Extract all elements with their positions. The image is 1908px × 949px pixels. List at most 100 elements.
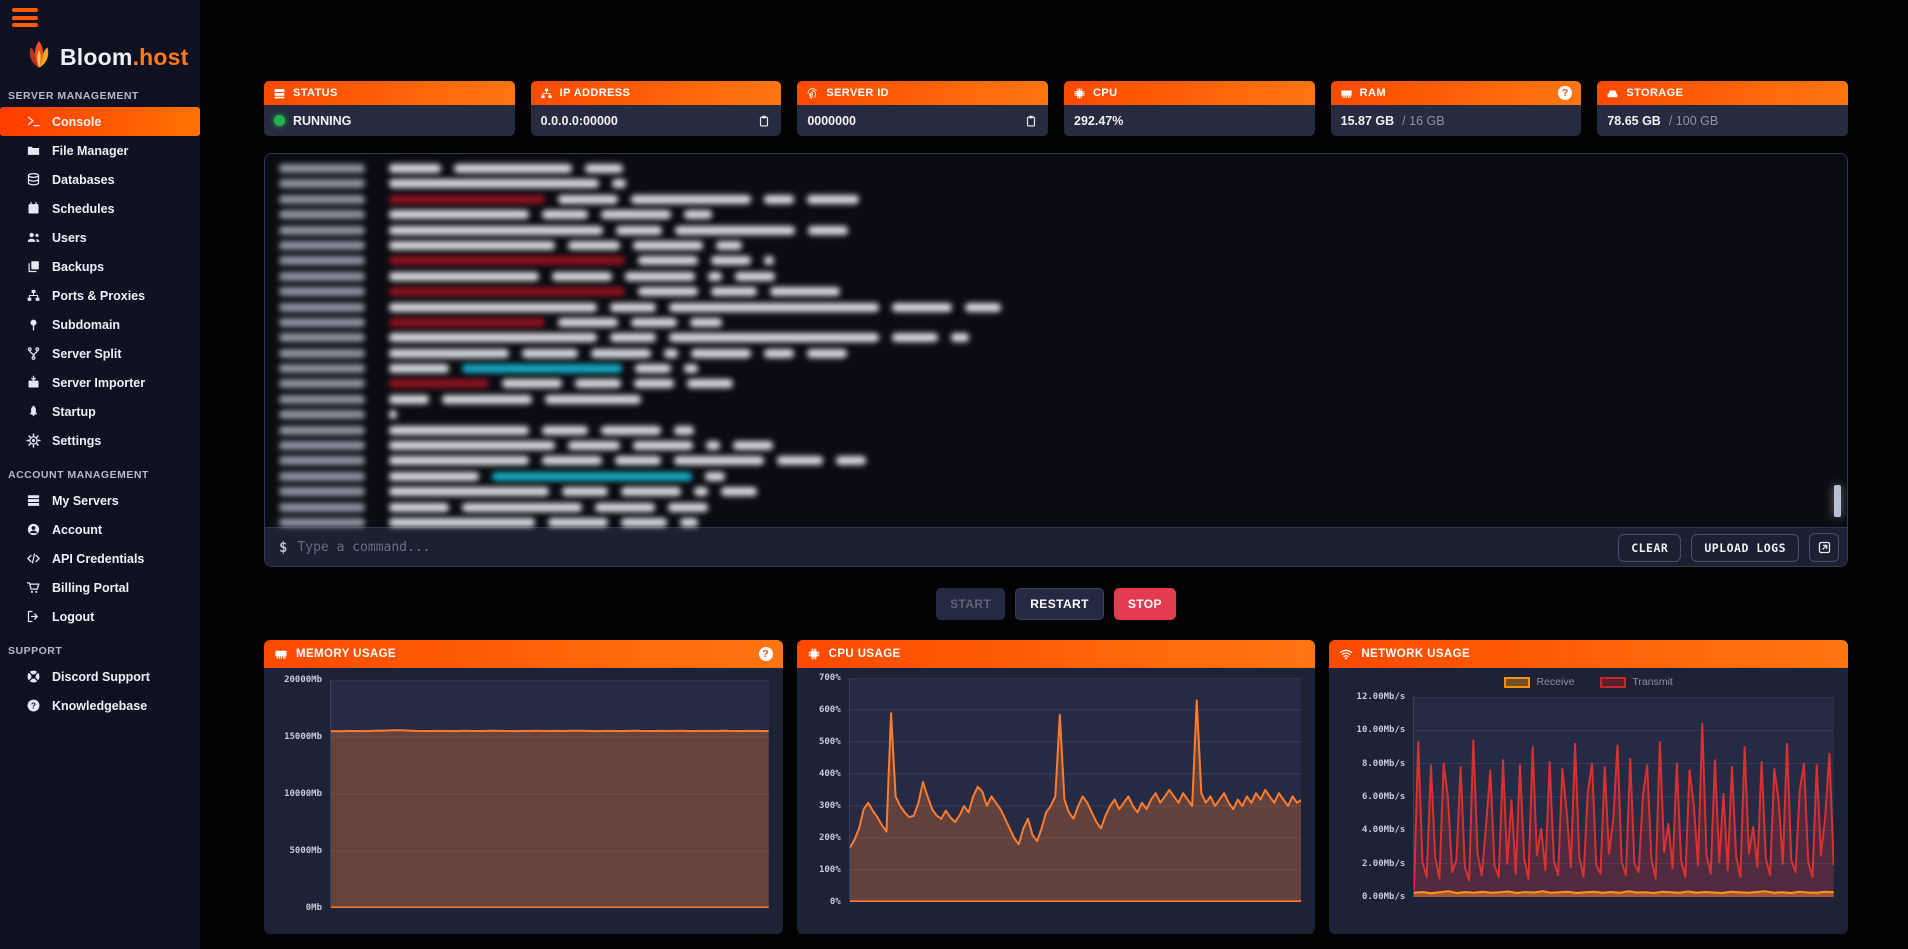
sidebar-item-schedules[interactable]: Schedules — [0, 194, 200, 223]
console-log-line — [279, 333, 1829, 342]
hdd-icon — [1606, 87, 1619, 100]
sidebar-item-label: Startup — [52, 405, 96, 419]
sidebar-item-users[interactable]: Users — [0, 223, 200, 252]
sidebar-item-label: Logout — [52, 610, 94, 624]
card-value-row: 78.65 GB / 100 GB — [1597, 105, 1848, 136]
restart-button[interactable]: RESTART — [1015, 588, 1104, 620]
chart-title: MEMORY USAGE — [296, 648, 396, 660]
sidebar-item-databases[interactable]: Databases — [0, 165, 200, 194]
sidebar-item-label: Ports & Proxies — [52, 289, 145, 303]
folder-icon — [26, 143, 41, 158]
chart-header: NETWORK USAGE — [1329, 640, 1848, 668]
y-axis-labels: 12.00Mb/s10.00Mb/s8.00Mb/s6.00Mb/s4.00Mb… — [1343, 697, 1413, 897]
rocket-icon — [26, 404, 41, 419]
expand-console-button[interactable] — [1809, 533, 1839, 562]
sidebar-item-subdomain[interactable]: Subdomain — [0, 310, 200, 339]
servers-icon — [26, 493, 41, 508]
help-icon[interactable]: ? — [759, 647, 773, 661]
console-log-line — [279, 379, 1829, 388]
sidebar-item-server-split[interactable]: Server Split — [0, 339, 200, 368]
help-icon[interactable]: ? — [1558, 86, 1572, 100]
console-log-area[interactable] — [265, 154, 1847, 527]
card-title: STATUS — [293, 87, 338, 99]
start-button[interactable]: START — [936, 588, 1005, 620]
card-title: SERVER ID — [826, 87, 889, 99]
sidebar-item-label: Users — [52, 231, 87, 245]
command-input[interactable] — [297, 540, 1608, 555]
memory-icon — [274, 647, 288, 661]
console-log-line — [279, 410, 1829, 419]
card-value-row: 0000000 — [797, 105, 1048, 136]
chart-body: 700%600%500%400%300%200%100%0% — [797, 668, 1316, 902]
sidebar-item-my-servers[interactable]: My Servers — [0, 486, 200, 515]
card-value: RUNNING — [293, 114, 351, 128]
legend-label: Transmit — [1632, 676, 1672, 688]
user-circle-icon — [26, 522, 41, 537]
sidebar-section-label: SERVER MANAGEMENT — [8, 90, 200, 102]
sidebar-item-file-manager[interactable]: File Manager — [0, 136, 200, 165]
y-tick-label: 10.00Mb/s — [1357, 725, 1406, 735]
sidebar-item-settings[interactable]: Settings — [0, 426, 200, 455]
stop-button[interactable]: STOP — [1114, 588, 1176, 620]
y-tick-label: 15000Mb — [284, 732, 322, 742]
chart-plot-area — [1413, 697, 1834, 897]
stat-card-server-id: SERVER ID 0000000 — [797, 81, 1048, 136]
y-tick-label: 20000Mb — [284, 675, 322, 685]
sidebar-item-knowledgebase[interactable]: ? Knowledgebase — [0, 691, 200, 720]
y-axis-labels: 700%600%500%400%300%200%100%0% — [811, 678, 849, 902]
sidebar-item-startup[interactable]: Startup — [0, 397, 200, 426]
sidebar-item-backups[interactable]: Backups — [0, 252, 200, 281]
legend-item-receive: Receive — [1504, 676, 1574, 688]
prompt-symbol: $ — [279, 540, 287, 556]
question-circle-icon: ? — [26, 698, 41, 713]
chart-header: MEMORY USAGE? — [264, 640, 783, 668]
sidebar-item-discord-support[interactable]: Discord Support — [0, 662, 200, 691]
card-title: STORAGE — [1626, 87, 1683, 99]
y-axis-labels: 20000Mb15000Mb10000Mb5000Mb0Mb — [278, 680, 330, 908]
chart-plot-area — [330, 680, 769, 908]
y-tick-label: 500% — [819, 737, 841, 747]
copy-icon[interactable] — [1024, 113, 1038, 129]
bloom-flame-icon — [24, 39, 54, 76]
sidebar-item-label: API Credentials — [52, 552, 144, 566]
sidebar-item-label: Discord Support — [52, 670, 150, 684]
sitemap-icon — [26, 288, 41, 303]
sidebar-item-logout[interactable]: Logout — [0, 602, 200, 631]
legend-swatch — [1504, 677, 1530, 688]
sidebar-item-label: Account — [52, 523, 102, 537]
upload-logs-button[interactable]: UPLOAD LOGS — [1691, 534, 1799, 562]
sidebar-section-label: SUPPORT — [8, 645, 200, 657]
console-icon — [26, 114, 41, 129]
sidebar-item-account[interactable]: Account — [0, 515, 200, 544]
sidebar-item-label: Knowledgebase — [52, 699, 147, 713]
card-value: 0000000 — [807, 114, 856, 128]
server-stack-icon — [273, 87, 286, 100]
cart-icon — [26, 580, 41, 595]
status-dot — [274, 115, 285, 126]
card-header: IP ADDRESS — [531, 81, 782, 105]
sidebar-item-api-credentials[interactable]: API Credentials — [0, 544, 200, 573]
hamburger-icon[interactable] — [12, 8, 38, 27]
y-tick-label: 5000Mb — [289, 846, 322, 856]
stat-card-storage: STORAGE 78.65 GB / 100 GB — [1597, 81, 1848, 136]
brand-logo[interactable]: Bloom.host — [24, 39, 200, 76]
sidebar-item-server-importer[interactable]: Server Importer — [0, 368, 200, 397]
clear-button[interactable]: CLEAR — [1618, 534, 1681, 562]
console-log-line — [279, 226, 1829, 235]
lifebuoy-icon — [26, 669, 41, 684]
sidebar-item-ports-proxies[interactable]: Ports & Proxies — [0, 281, 200, 310]
gear-icon — [26, 433, 41, 448]
console-scrollbar[interactable] — [1834, 485, 1841, 517]
console-panel: $ CLEAR UPLOAD LOGS — [264, 153, 1848, 567]
console-log-line — [279, 426, 1829, 435]
chart-panel-memory-usage: MEMORY USAGE? 20000Mb15000Mb10000Mb5000Mb… — [264, 640, 783, 934]
sidebar-item-billing-portal[interactable]: Billing Portal — [0, 573, 200, 602]
console-log-line — [279, 349, 1829, 358]
copy-icon[interactable] — [757, 113, 771, 129]
sidebar-item-label: My Servers — [52, 494, 119, 508]
card-value-suffix: / 100 GB — [1669, 114, 1718, 128]
memory-icon — [1340, 87, 1353, 100]
sidebar-item-label: Databases — [52, 173, 115, 187]
sidebar-item-console[interactable]: Console — [0, 107, 200, 136]
console-log-line — [279, 241, 1829, 250]
